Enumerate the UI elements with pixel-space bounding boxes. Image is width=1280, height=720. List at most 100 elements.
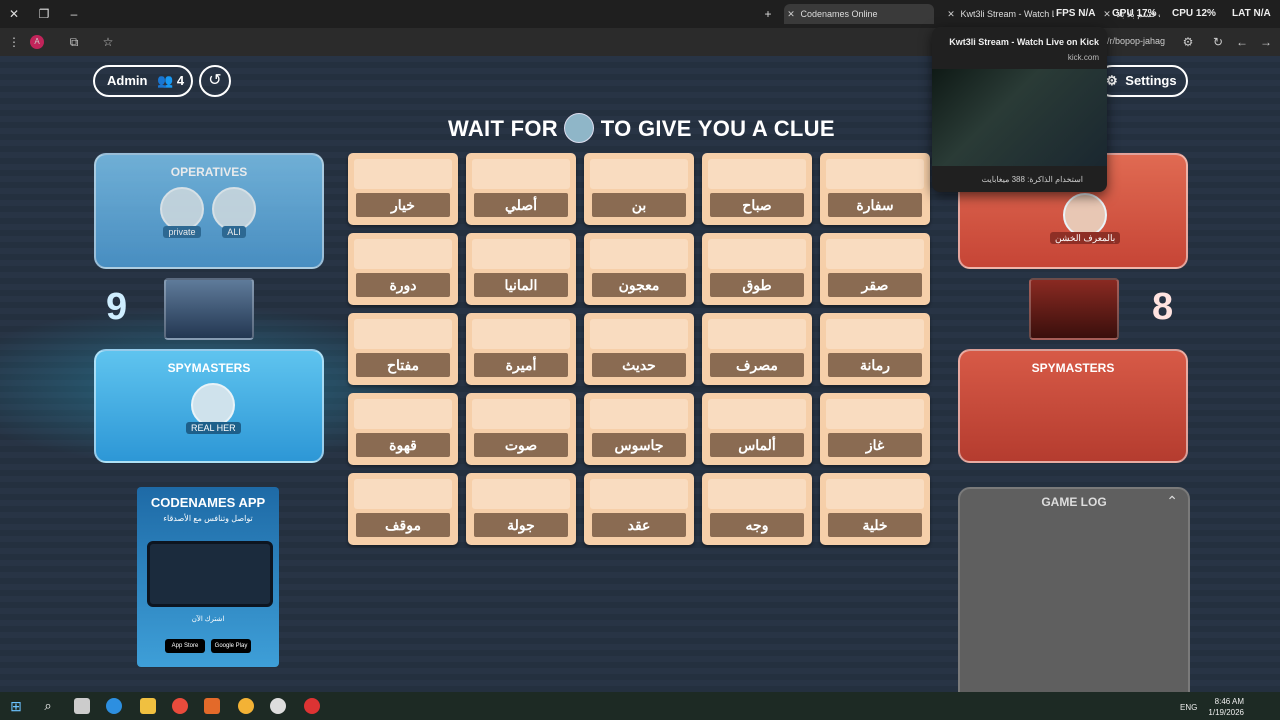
tab-hover-preview: Kwt3li Stream - Watch Live on Kick kick.…	[932, 27, 1107, 192]
memory-usage: استخدام الذاكرة: 388 ميغابايت	[981, 175, 1083, 184]
lat-stat: LAT N/A	[1232, 8, 1271, 19]
app-store-badge[interactable]: App Store	[165, 639, 205, 653]
word-card[interactable]: صباح	[702, 153, 812, 225]
restore-window-icon[interactable]: ❐	[36, 6, 52, 22]
word-card[interactable]: وجه	[702, 473, 812, 545]
red-spymasters-title: SPYMASTERS	[1031, 361, 1115, 375]
url-text[interactable]: ie/r/bopop-jahag	[1100, 36, 1165, 46]
player-count: 4	[176, 73, 185, 88]
task-view-icon[interactable]	[74, 698, 90, 714]
admin-button[interactable]: Admin 👥 4	[93, 65, 193, 97]
player-ali[interactable]: ALI	[212, 187, 256, 241]
forward-icon[interactable]: →	[1258, 34, 1274, 50]
avatar	[191, 383, 236, 427]
word-card[interactable]: بن	[584, 153, 694, 225]
blue-operatives-panel: OPERATIVES private ALI	[94, 153, 324, 269]
tab-codenames[interactable]: ✕ Codenames Online	[784, 4, 934, 24]
file-explorer-icon[interactable]	[140, 698, 156, 714]
word-grid: خيار أصلي بن صباح سفارة دورة المانيا معج…	[348, 153, 933, 547]
taskbar-time[interactable]: 8:46 AM	[1204, 697, 1244, 706]
steam-icon[interactable]	[270, 698, 286, 714]
player-private[interactable]: private	[160, 187, 204, 241]
word-card[interactable]: مصرف	[702, 313, 812, 385]
blue-spymasters-panel: SPYMASTERS REAL HER	[94, 349, 324, 463]
word-card[interactable]: صقر	[820, 233, 930, 305]
word-card[interactable]: طوق	[702, 233, 812, 305]
windows-start-icon[interactable]: ⊞	[8, 698, 24, 714]
tab-title: Kwt3li Stream - Watch Live on Kick	[960, 9, 1054, 19]
word-card[interactable]: جاسوس	[584, 393, 694, 465]
red-agent-card	[1029, 278, 1119, 340]
menu-icon[interactable]: ⋮	[6, 34, 22, 50]
word-card[interactable]: جولة	[466, 473, 576, 545]
word-card[interactable]: دورة	[348, 233, 458, 305]
avatar	[212, 187, 256, 231]
ad-subtitle: تواصل وتنافس مع الأصدقاء	[163, 514, 253, 523]
word-card[interactable]: مفتاح	[348, 313, 458, 385]
word-card[interactable]: خلية	[820, 473, 930, 545]
reset-icon[interactable]: ↺	[199, 65, 231, 97]
preview-title: Kwt3li Stream - Watch Live on Kick	[949, 37, 1099, 47]
gpu-stat: GPU 17%	[1112, 8, 1157, 19]
word-card[interactable]: حديث	[584, 313, 694, 385]
word-card[interactable]: أصلي	[466, 153, 576, 225]
word-card[interactable]: المانيا	[466, 233, 576, 305]
admin-label: Admin	[107, 73, 148, 88]
word-card[interactable]: قهوة	[348, 393, 458, 465]
extensions-icon[interactable]: ⧉	[66, 34, 82, 50]
player-real-her[interactable]: REAL HER	[186, 383, 241, 437]
app-icon[interactable]	[304, 698, 320, 714]
chevron-up-icon[interactable]: ⌃	[1166, 493, 1178, 510]
word-card[interactable]: رمانة	[820, 313, 930, 385]
new-tab-icon[interactable]: +	[760, 6, 776, 22]
codenames-app-ad[interactable]: CODENAMES APP تواصل وتنافس مع الأصدقاء ا…	[137, 487, 279, 667]
word-card[interactable]: صوت	[466, 393, 576, 465]
profile-avatar[interactable]: A	[30, 35, 44, 49]
edge-icon[interactable]	[106, 698, 122, 714]
minimize-window-icon[interactable]: –	[66, 6, 82, 22]
gear-icon: ⚙	[1106, 73, 1118, 88]
blue-spymasters-title: SPYMASTERS	[167, 361, 251, 375]
word-card[interactable]: معجون	[584, 233, 694, 305]
game-log-title: GAME LOG	[1041, 495, 1107, 509]
word-card[interactable]: ألماس	[702, 393, 812, 465]
cpu-stat: CPU 12%	[1172, 8, 1216, 19]
player-red-operative[interactable]: بالمعرف الخشن	[1050, 193, 1121, 248]
app-icon[interactable]	[204, 698, 220, 714]
word-card[interactable]: خيار	[348, 153, 458, 225]
reload-icon[interactable]: ↻	[1210, 34, 1226, 50]
language-indicator[interactable]: ENG	[1180, 703, 1197, 712]
browser-tab-bar: ✕ ❐ – + ✕ Codenames Online ✕ Kwt3li Stre…	[0, 0, 1280, 28]
red-spymasters-panel: SPYMASTERS	[958, 349, 1188, 463]
google-play-badge[interactable]: Google Play	[211, 639, 251, 653]
settings-label: Settings	[1125, 73, 1177, 88]
blue-score: 9	[106, 286, 128, 328]
chrome-icon[interactable]	[172, 698, 188, 714]
word-card[interactable]: موقف	[348, 473, 458, 545]
word-card[interactable]: غاز	[820, 393, 930, 465]
app-icon[interactable]	[238, 698, 254, 714]
settings-button[interactable]: ⚙ Settings	[1096, 65, 1188, 97]
preview-thumbnail	[932, 69, 1107, 166]
clue-headline: WAIT FOR TO GIVE YOU A CLUE	[448, 113, 834, 145]
avatar	[160, 187, 204, 231]
spymaster-avatar	[564, 113, 595, 143]
star-icon[interactable]: ☆	[100, 34, 116, 50]
tab-kick[interactable]: ✕ Kwt3li Stream - Watch Live on Kick	[944, 4, 1054, 24]
word-card[interactable]: سفارة	[820, 153, 930, 225]
taskbar-date[interactable]: 1/19/2026	[1204, 708, 1244, 717]
perf-overlay: FPS N/A	[1056, 8, 1096, 19]
word-card[interactable]: أميرة	[466, 313, 576, 385]
red-score: 8	[1152, 286, 1174, 328]
tab-close-icon[interactable]: ✕	[944, 4, 958, 24]
back-icon[interactable]: ←	[1234, 34, 1250, 50]
ad-title: CODENAMES APP	[150, 495, 266, 510]
site-settings-icon[interactable]: ⚙	[1180, 34, 1196, 50]
tab-close-icon[interactable]: ✕	[784, 4, 798, 24]
players-icon: 👥	[157, 73, 174, 88]
search-icon[interactable]: ⌕	[40, 698, 56, 714]
close-window-icon[interactable]: ✕	[6, 6, 22, 22]
ad-cta: اشترك الآن	[191, 616, 225, 623]
blue-operatives-title: OPERATIVES	[170, 165, 248, 179]
word-card[interactable]: عقد	[584, 473, 694, 545]
